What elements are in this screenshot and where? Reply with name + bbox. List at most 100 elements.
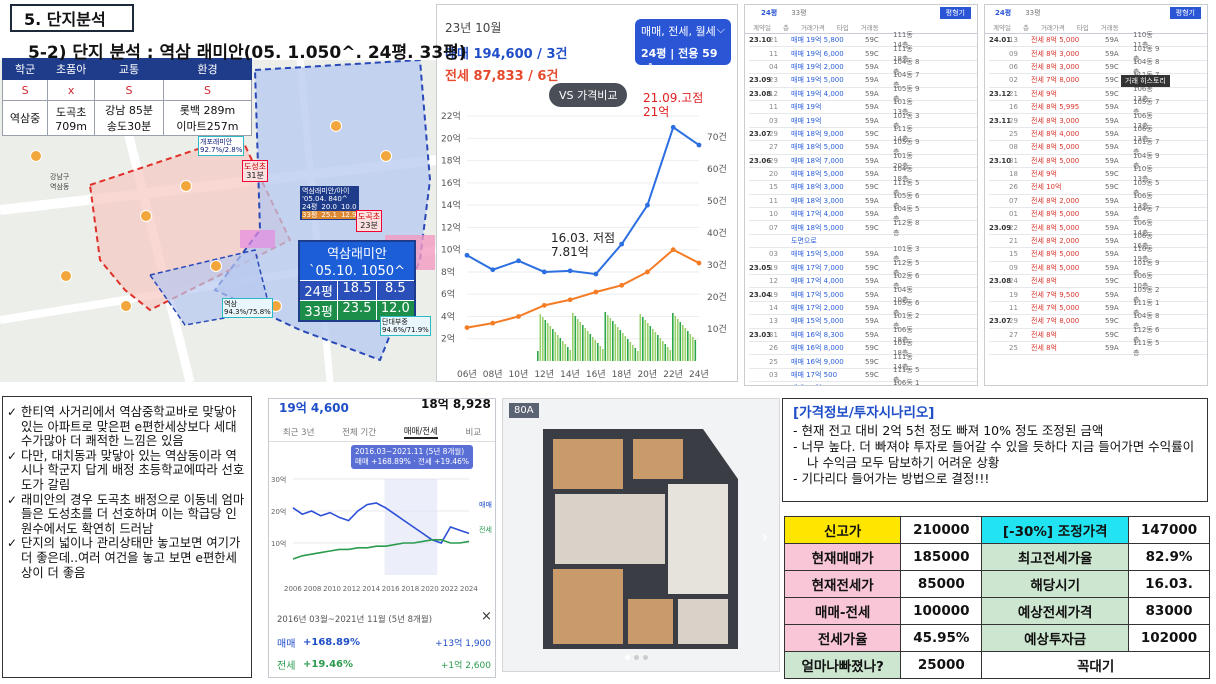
table-row[interactable]: 23.07 29 전세 7억 8,000 59C 104동 8층 (989, 312, 1207, 330)
table-row[interactable]: 14 매매 17억 2,000 59A 105동 6층 (749, 299, 977, 317)
poi-pin[interactable] (380, 150, 392, 162)
table-row[interactable]: 27 전세 8억 59C 112동 6층 (989, 326, 1207, 344)
data-point[interactable] (464, 252, 470, 258)
table-row[interactable]: 23.04 19 매매 17억 5,000 59A 104동 10층 (749, 286, 977, 304)
tab-sale-jeonse[interactable]: 매매/전세 (403, 425, 438, 439)
metric-label: 전세가율 (783, 624, 902, 652)
data-point[interactable] (696, 260, 702, 266)
table-row[interactable]: 10 매매 17억 4,000 59A 104동 5층 (749, 205, 977, 223)
tab-33[interactable]: 33평 (791, 8, 806, 18)
table-row[interactable]: 23.10 21 매매 19억 5,800 59C 111동 14층 (749, 31, 977, 49)
row-type: 59A (1105, 250, 1119, 259)
table-row[interactable]: 03 매매 17억 500 59C 111동 5층 (749, 366, 977, 384)
table-row[interactable]: 07 매매 18억 5,000 59C 112동 8층 (749, 219, 977, 237)
table-row[interactable]: 02전세 7억 8,00059C111동 7층 (989, 71, 1207, 89)
data-point[interactable] (464, 325, 470, 331)
filter-button[interactable]: 매매, 전세, 월세 ⌵ 24평 | 전용 59㎡ (635, 19, 731, 76)
carousel-dot[interactable] (643, 655, 648, 660)
pyeong-select-button[interactable]: 평형기 (1169, 7, 1201, 19)
data-point[interactable] (593, 289, 599, 295)
table-row[interactable]: 03 매매 15억 5,000 59A 101동 3층 (749, 245, 977, 263)
table-row[interactable]: 23.11 29 전세 8억 3,000 59A 106동 13층 (989, 112, 1207, 130)
data-point[interactable] (490, 267, 496, 273)
table-row[interactable]: 23.12 21 전세 9억 59C 106동 13층 (989, 85, 1207, 103)
table-row[interactable]: 07 전세 8억 2,000 59A 106동 13층 (989, 192, 1207, 210)
table-row[interactable]: 20 매매 18억 5,000 59A 104동 18층 (749, 165, 977, 183)
data-point[interactable] (619, 282, 625, 288)
table-row[interactable]: 23.08 12 매매 19억 4,000 59A 105동 9층 (749, 85, 977, 103)
table-row[interactable]: 04 매매 19억 2,000 59A 104동 8층 (749, 58, 977, 76)
poi-pin[interactable] (180, 180, 192, 192)
poi-pin[interactable] (330, 120, 342, 132)
table-row[interactable]: 11 매매 19억 6,000 59C 111동 18층 (749, 45, 977, 63)
table-row[interactable]: 25 전세 8억 59A 111동 5층 (989, 339, 1207, 357)
table-row[interactable]: 03 매매 19억 59A 101동 3층 (749, 112, 977, 130)
floorplan-view[interactable]: 80A › (502, 398, 780, 672)
table-row[interactable]: 18매매 16억 1,00059A106동 1층 (749, 379, 977, 385)
table-row[interactable]: 12 매매 17억 4,000 59A 102동 6층 (749, 272, 977, 290)
table-row[interactable]: 16 전세 8억 5,995 59A 105동 7층 (989, 98, 1207, 116)
data-point[interactable] (696, 142, 702, 148)
table-row[interactable]: 23.03 31 매매 16억 8,300 59A 106동 18층 (749, 326, 977, 344)
table-row[interactable]: 26 전세 10억 59C 105동 5층 (989, 179, 1207, 197)
data-point[interactable] (567, 297, 573, 303)
tab-3y[interactable]: 최근 3년 (283, 426, 315, 438)
table-row[interactable]: 09 전세 8억 5,000 59A 101동 9층 (989, 259, 1207, 277)
data-point[interactable] (516, 258, 521, 264)
data-point[interactable] (516, 314, 521, 319)
table-row[interactable]: 08 전세 8억 5,000 59A 101동 7층 (989, 138, 1207, 156)
tab-24[interactable]: 24평 (761, 8, 777, 18)
data-point[interactable] (593, 271, 599, 277)
poi-pin[interactable] (120, 300, 132, 312)
table-row[interactable]: 11 전세 7억 5,000 59A 111동 1층 (989, 299, 1207, 317)
poi-pin[interactable] (140, 210, 152, 222)
data-point[interactable] (541, 269, 547, 275)
poi-pin[interactable] (210, 260, 222, 272)
table-row[interactable]: 09 전세 8억 3,000 59A 101동 9층 (989, 45, 1207, 63)
data-point[interactable] (567, 268, 573, 274)
tab-33[interactable]: 33평 (1025, 8, 1040, 18)
table-row[interactable]: 25 매매 16억 9,000 59C 111동 14층 (749, 353, 977, 371)
table-row[interactable]: 11 매매 18억 3,000 59A 105동 6층 (749, 192, 977, 210)
table-row[interactable]: 01 전세 8억 5,000 59A 104동 7층 (989, 205, 1207, 223)
table-row[interactable]: 15 전세 8억 5,000 59A 110동 19층 (989, 245, 1207, 263)
carousel-dot[interactable] (625, 655, 630, 660)
carousel-dots[interactable] (625, 655, 648, 660)
close-icon[interactable]: × (481, 609, 492, 624)
table-row[interactable]: 18 전세 9억 59C 110동 13층 (989, 165, 1207, 183)
tab-24[interactable]: 24평 (995, 8, 1011, 18)
table-row[interactable]: 27 매매 18억 5,000 59A 105동 9층 (749, 138, 977, 156)
tab-compare[interactable]: 비교 (466, 426, 482, 438)
chevron-right-icon[interactable]: › (761, 527, 768, 548)
table-row[interactable]: 15 매매 18억 3,000 59C 111동 5층 (749, 179, 977, 197)
complex-card[interactable]: 역삼래미안 `05.10. 1050^ 24평 18.5 8.5 33평 23.… (298, 240, 416, 322)
data-point[interactable] (670, 247, 676, 253)
table-row[interactable]: 23.05 19 매매 17억 7,000 59C 112동 5층 (749, 259, 977, 277)
pyeong-select-button[interactable]: 평형기 (939, 7, 971, 19)
table-row[interactable]: 19 전세 7억 9,500 59A 105동 2층 (989, 286, 1207, 304)
data-point[interactable] (670, 124, 676, 130)
poi-pin[interactable] (30, 150, 42, 162)
table-row[interactable]: 도면으로 (749, 235, 977, 249)
data-point[interactable] (619, 241, 625, 247)
table-row[interactable]: 24.01 13 전세 8억 5,000 59A 110동 11층 (989, 31, 1207, 49)
table-row[interactable]: 26 매매 16억 8,000 59C 101동 18층 (749, 339, 977, 357)
table-row[interactable]: 13 매매 15억 5,000 59A 101동 2층 (749, 312, 977, 330)
data-point[interactable] (490, 320, 496, 326)
data-point[interactable] (645, 202, 650, 208)
table-row[interactable]: 23.09 22 전세 8억 5,000 59A 106동 14층 (989, 219, 1207, 237)
table-row[interactable]: 23.07 29 매매 18억 9,000 59C 111동 14층 (749, 125, 977, 143)
table-row[interactable]: 25 전세 8억 4,000 59A 106동 13층 (989, 125, 1207, 143)
table-row[interactable]: 23.09 23 매매 19억 5,000 59A 104동 7층 (749, 71, 977, 89)
table-row[interactable]: 21 전세 8억 2,000 59A 106동 16층 (989, 232, 1207, 250)
table-row[interactable]: 06 전세 8억 3,000 59C 104동 8층 (989, 58, 1207, 76)
table-row[interactable]: 23.08 24 전세 8억 59C 106동 10층 (989, 272, 1207, 290)
table-row[interactable]: 23.06 29 매매 18억 7,000 59A 101동 20층 (749, 152, 977, 170)
data-point[interactable] (541, 302, 547, 308)
poi-pin[interactable] (60, 270, 72, 282)
table-row[interactable]: 11 매매 19억 59A 101동 13층 (749, 98, 977, 116)
table-row[interactable]: 23.10 31 전세 8억 5,000 59A 104동 9층 (989, 152, 1207, 170)
tab-all[interactable]: 전체 기간 (342, 426, 376, 438)
carousel-dot[interactable] (634, 655, 639, 660)
data-point[interactable] (645, 269, 650, 275)
